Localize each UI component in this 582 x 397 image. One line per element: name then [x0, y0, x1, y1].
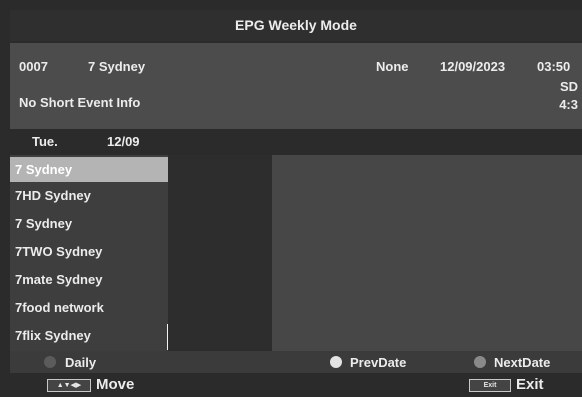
- channel-list-item[interactable]: 7mate Sydney: [10, 267, 168, 292]
- prevdate-key-icon: [330, 356, 342, 368]
- date-bar: Tue. 12/09: [10, 129, 582, 155]
- event-description: No Short Event Info: [19, 95, 141, 110]
- channel-info-panel: 0007 7 Sydney None 12/09/2023 03:50 No S…: [10, 43, 582, 129]
- current-date: 12/09/2023: [440, 59, 506, 74]
- navigation-hint-bar: ▲▼◀▶ Move Exit Exit: [10, 373, 582, 397]
- current-event: None: [376, 59, 409, 74]
- page-title: EPG Weekly Mode: [235, 17, 357, 33]
- arrow-keys-icon: ▲▼◀▶: [47, 379, 91, 392]
- current-time: 03:50: [537, 59, 571, 74]
- event-list-panel: [272, 155, 582, 351]
- day-label: Tue.: [32, 134, 58, 149]
- video-format: SD: [559, 79, 578, 94]
- channel-list-item[interactable]: 7food network: [10, 295, 168, 320]
- exit-key-icon: Exit: [469, 379, 511, 392]
- aspect-ratio: 4:3: [559, 97, 578, 112]
- prevdate-key-label[interactable]: PrevDate: [350, 355, 406, 370]
- channel-name: 7 Sydney: [88, 59, 146, 74]
- channel-number: 0007: [19, 59, 48, 74]
- channel-list-item[interactable]: 7flix Sydney: [10, 323, 168, 348]
- channel-list-item[interactable]: 7HD Sydney: [10, 183, 168, 208]
- move-label: Move: [96, 376, 135, 393]
- channel-list-item[interactable]: 7 Sydney: [10, 157, 168, 182]
- title-bar: EPG Weekly Mode: [10, 10, 582, 41]
- daily-key-icon: [44, 356, 56, 368]
- exit-label[interactable]: Exit: [516, 376, 544, 393]
- program-time-column: [168, 155, 272, 351]
- date-label: 12/09: [107, 134, 140, 149]
- nextdate-key-icon: [474, 356, 486, 368]
- channel-list-item[interactable]: 7TWO Sydney: [10, 239, 168, 264]
- nextdate-key-label[interactable]: NextDate: [494, 355, 550, 370]
- daily-key-label[interactable]: Daily: [65, 355, 96, 370]
- color-key-bar: Daily PrevDate NextDate: [10, 351, 582, 373]
- channel-list: 7 Sydney 7HD Sydney 7 Sydney 7TWO Sydney 7ma…: [10, 155, 168, 351]
- channel-list-item[interactable]: 7 Sydney: [10, 211, 168, 236]
